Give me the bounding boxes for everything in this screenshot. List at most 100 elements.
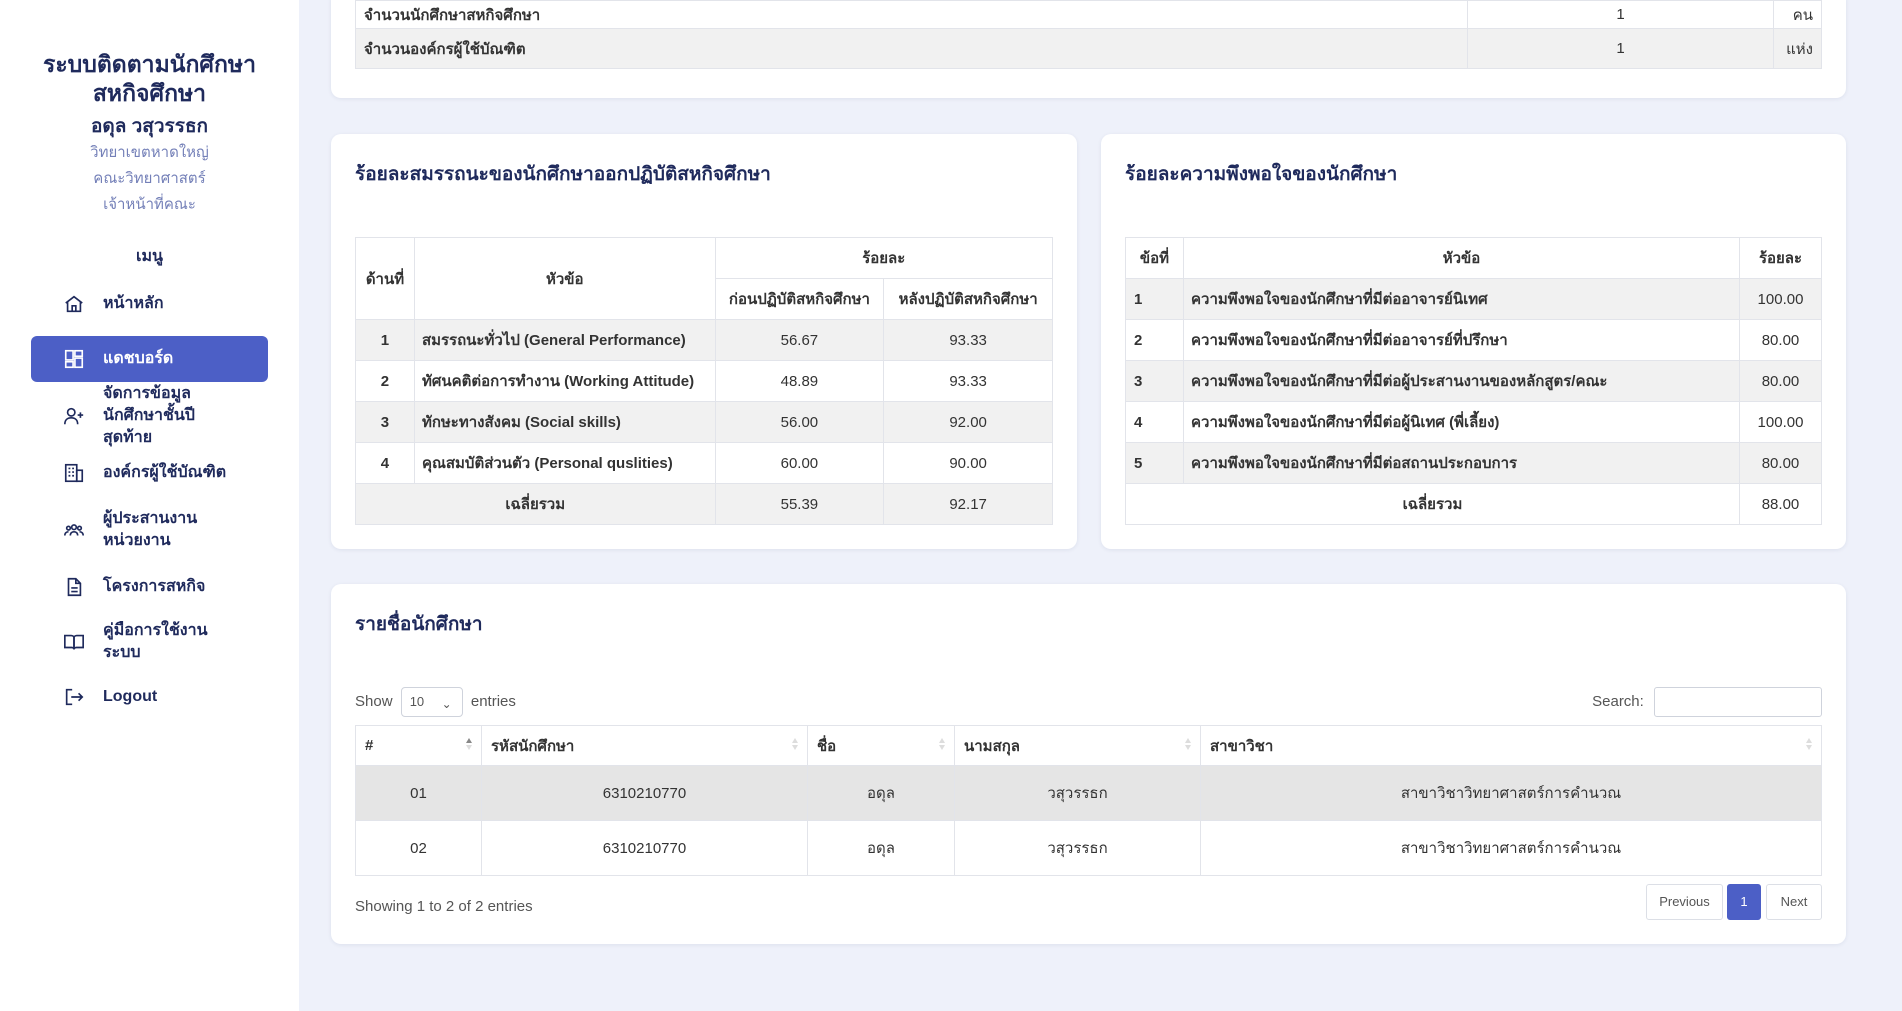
row-percent: 80.00 xyxy=(1739,360,1822,402)
table-row[interactable]: 01 6310210770 อดุล วสุวรรธก สาขาวิชาวิทย… xyxy=(355,765,1822,821)
row-topic: ความพึงพอใจของนักศึกษาที่มีต่ออาจารย์นิเ… xyxy=(1183,278,1740,320)
col-header-percent: ร้อยละ xyxy=(1739,237,1822,279)
sidebar-item-projects[interactable]: โครงการสหกิจ xyxy=(31,564,268,610)
sidebar-item-label: หน้าหลัก xyxy=(103,295,164,312)
row-after: 93.33 xyxy=(883,360,1053,402)
row-no: 2 xyxy=(355,360,415,402)
summary-unit: แห่ง xyxy=(1773,28,1822,69)
cell-last-name: วสุวรรธก xyxy=(954,820,1201,876)
table-row-average: เฉลี่ยรวม 88.00 xyxy=(1125,483,1822,525)
average-label: เฉลี่ยรวม xyxy=(355,483,716,525)
table-row: 2 ความพึงพอใจของนักศึกษาที่มีต่ออาจารย์ท… xyxy=(1125,319,1822,361)
satisfaction-card: ร้อยละความพึงพอใจของนักศึกษา ข้อที่ หัวข… xyxy=(1101,134,1846,549)
logout-icon xyxy=(63,686,85,708)
col-header-label: สาขาวิชา xyxy=(1210,737,1274,755)
sidebar-item-coordinators[interactable]: ผู้ประสานงานหน่วยงาน xyxy=(31,505,268,555)
row-topic: ความพึงพอใจของนักศึกษาที่มีต่อสถานประกอบ… xyxy=(1183,442,1740,484)
table-row: 1 สมรรถนะทั่วไป (General Performance) 56… xyxy=(355,319,1053,361)
col-header-last-name[interactable]: นามสกุล xyxy=(954,725,1201,766)
sidebar-item-manual[interactable]: คู่มือการใช้งานระบบ xyxy=(31,619,268,665)
search-control: Search: xyxy=(1592,687,1822,717)
sort-icon xyxy=(792,738,798,750)
table-row: 3 ความพึงพอใจของนักศึกษาที่มีต่อผู้ประสา… xyxy=(1125,360,1822,402)
average-before: 55.39 xyxy=(714,483,885,525)
col-header-before: ก่อนปฏิบัติสหกิจศึกษา xyxy=(714,278,885,320)
cell-major: สาขาวิชาวิทยาศาสตร์การคำนวณ xyxy=(1200,820,1822,876)
students-table: # รหัสนักศึกษา ชื่อ นามสกุล สาขาวิชา 01 xyxy=(355,725,1822,876)
col-header-major[interactable]: สาขาวิชา xyxy=(1200,725,1822,766)
col-header-index[interactable]: # xyxy=(355,725,482,766)
summary-value: 1 xyxy=(1467,28,1774,69)
average-label: เฉลี่ยรวม xyxy=(1125,483,1740,525)
brand: ระบบติดตามนักศึกษาสหกิจศึกษา อดุล วสุวรร… xyxy=(0,0,299,218)
sidebar-item-home[interactable]: หน้าหลัก xyxy=(31,281,268,327)
user-name: อดุล วสุวรรธก xyxy=(90,116,209,137)
sidebar-item-organizations[interactable]: องค์กรผู้ใช้บัณฑิต xyxy=(31,450,268,496)
row-topic: ความพึงพอใจของนักศึกษาที่มีต่ออาจารย์ที่… xyxy=(1183,319,1740,361)
row-before: 56.00 xyxy=(714,401,885,443)
row-percent: 100.00 xyxy=(1739,401,1822,443)
col-header-topic: หัวข้อ xyxy=(1183,237,1740,279)
show-label: Show xyxy=(355,692,393,710)
table-row: 3 ทักษะทางสังคม (Social skills) 56.00 92… xyxy=(355,401,1053,443)
row-no: 4 xyxy=(1125,401,1184,443)
col-header-label: นามสกุล xyxy=(964,737,1020,755)
sidebar-item-dashboard[interactable]: แดชบอร์ด xyxy=(31,336,268,382)
home-icon xyxy=(63,293,85,315)
cell-first-name: อดุล xyxy=(807,765,955,821)
row-no: 3 xyxy=(355,401,415,443)
table-row: 2 ทัศนคติต่อการทำงาน (Working Attitude) … xyxy=(355,360,1053,402)
entries-select[interactable]: 10 ⌄ xyxy=(400,687,463,717)
building-icon xyxy=(63,462,85,484)
entries-length-control: Show 10 ⌄ entries xyxy=(355,687,516,717)
dashboard-icon xyxy=(63,348,85,370)
table-row: 4 ความพึงพอใจของนักศึกษาที่มีต่อผู้นิเทศ… xyxy=(1125,401,1822,443)
row-topic: ความพึงพอใจของนักศึกษาที่มีต่อผู้นิเทศ (… xyxy=(1183,401,1740,443)
next-page-button[interactable]: Next xyxy=(1766,884,1822,920)
page-1-button[interactable]: 1 xyxy=(1727,884,1761,920)
sort-icon xyxy=(1185,738,1191,750)
col-header-student-id[interactable]: รหัสนักศึกษา xyxy=(481,725,808,766)
table-row: จำนวนองค์กรผู้ใช้บัณฑิต 1 แห่ง xyxy=(355,28,1822,69)
user-faculty: คณะวิทยาศาสตร์ xyxy=(93,170,206,187)
sidebar-item-students[interactable]: จัดการข้อมูลนักศึกษาชั้นปีสุดท้าย xyxy=(31,385,268,446)
row-no: 1 xyxy=(355,319,415,361)
sidebar-item-label: คู่มือการใช้งานระบบ xyxy=(103,622,208,661)
table-header-row: ข้อที่ หัวข้อ ร้อยละ xyxy=(1125,237,1822,279)
cell-first-name: อดุล xyxy=(807,820,955,876)
search-input[interactable] xyxy=(1654,687,1822,717)
document-icon xyxy=(63,576,85,598)
table-row: 1 ความพึงพอใจของนักศึกษาที่มีต่ออาจารย์น… xyxy=(1125,278,1822,320)
row-after: 92.00 xyxy=(883,401,1053,443)
sidebar-item-label: แดชบอร์ด xyxy=(103,350,174,367)
competency-table: ด้านที่ หัวข้อ ร้อยละ ก่อนปฏิบัติสหกิจศึ… xyxy=(355,237,1054,525)
cell-index: 01 xyxy=(355,765,482,821)
previous-page-button[interactable]: Previous xyxy=(1646,884,1723,920)
table-row: จำนวนนักศึกษาสหกิจศึกษา 1 คน xyxy=(355,0,1822,29)
row-topic: สมรรถนะทั่วไป (General Performance) xyxy=(413,319,716,361)
summary-label: จำนวนนักศึกษาสหกิจศึกษา xyxy=(355,0,1468,29)
row-after: 93.33 xyxy=(883,319,1053,361)
entries-select-value: 10 xyxy=(409,694,425,709)
sort-ascending-icon xyxy=(466,738,472,750)
row-topic: ทัศนคติต่อการทำงาน (Working Attitude) xyxy=(413,360,716,402)
summary-table: จำนวนนักศึกษาสหกิจศึกษา 1 คน จำนวนองค์กร… xyxy=(355,0,1822,69)
average-after: 92.17 xyxy=(883,483,1053,525)
row-no: 2 xyxy=(1125,319,1184,361)
sidebar-item-logout[interactable]: Logout xyxy=(31,674,268,720)
summary-card: จำนวนนักศึกษาสหกิจศึกษา 1 คน จำนวนองค์กร… xyxy=(331,0,1846,98)
sidebar-item-label: Logout xyxy=(103,688,158,705)
row-no: 4 xyxy=(355,442,415,484)
col-header-first-name[interactable]: ชื่อ xyxy=(807,725,955,766)
sidebar-item-label: องค์กรผู้ใช้บัณฑิต xyxy=(103,464,227,481)
col-header-percent: ร้อยละ xyxy=(714,237,1054,279)
col-header-label: รหัสนักศึกษา xyxy=(491,737,575,755)
satisfaction-table: ข้อที่ หัวข้อ ร้อยละ 1 ความพึงพอใจของนัก… xyxy=(1125,237,1822,525)
col-header-no: ข้อที่ xyxy=(1125,237,1184,279)
table-row[interactable]: 02 6310210770 อดุล วสุวรรธก สาขาวิชาวิทย… xyxy=(355,820,1822,876)
row-percent: 100.00 xyxy=(1739,278,1822,320)
table-row: 5 ความพึงพอใจของนักศึกษาที่มีต่อสถานประก… xyxy=(1125,442,1822,484)
competency-card: ร้อยละสมรรถนะของนักศึกษาออกปฏิบัติสหกิจศ… xyxy=(331,134,1077,549)
app-title: ระบบติดตามนักศึกษาสหกิจศึกษา xyxy=(42,51,257,106)
table-row: 4 คุณสมบัติส่วนตัว (Personal quslities) … xyxy=(355,442,1053,484)
